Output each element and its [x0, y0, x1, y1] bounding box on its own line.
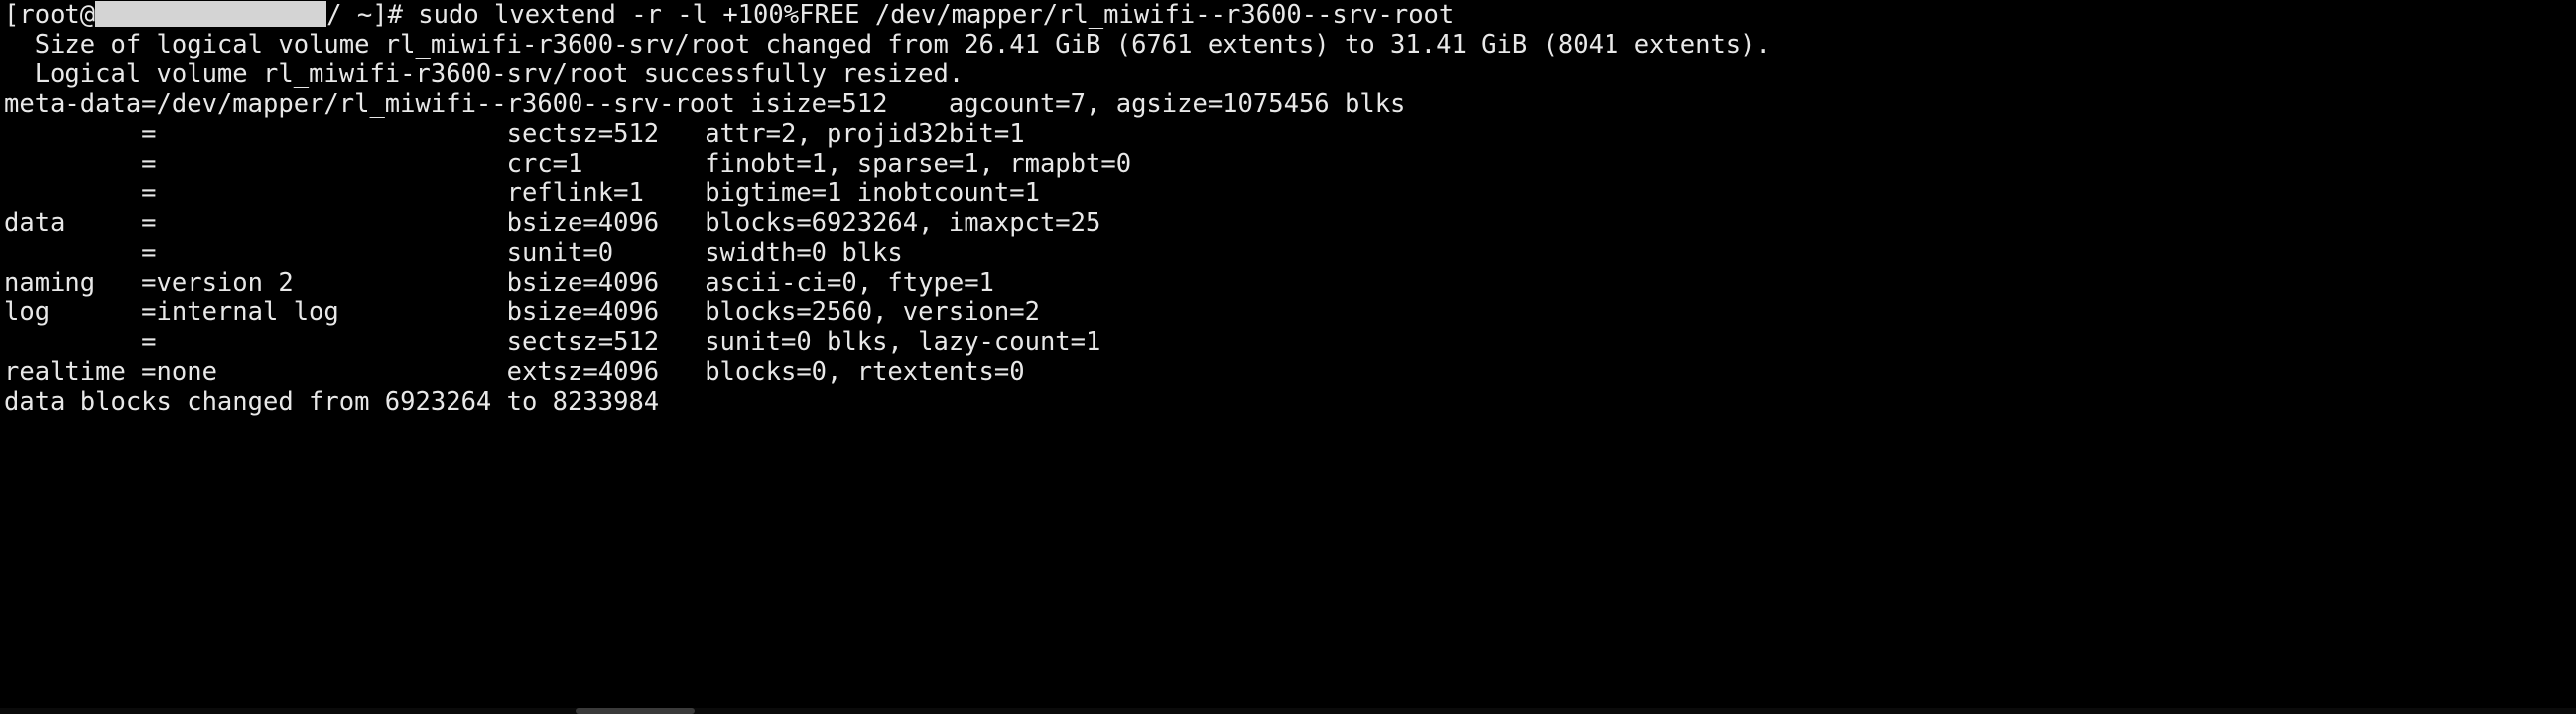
output-line: = reflink=1 bigtime=1 inobtcount=1 — [4, 178, 1040, 208]
output-line: data = bsize=4096 blocks=6923264, imaxpc… — [4, 208, 1101, 238]
output-line: = sectsz=512 attr=2, projid32bit=1 — [4, 119, 1025, 149]
horizontal-scrollbar[interactable] — [0, 708, 2576, 714]
prompt-at-sign: @ — [79, 0, 96, 30]
output-line: meta-data=/dev/mapper/rl_miwifi--r3600--… — [4, 89, 1406, 119]
output-line: log =internal log bsize=4096 blocks=2560… — [4, 298, 1040, 327]
prompt-close-bracket: ] — [372, 0, 388, 30]
output-line: data blocks changed from 6923264 to 8233… — [4, 387, 660, 416]
output-line: = sunit=0 swidth=0 blks — [4, 238, 903, 268]
scrollbar-thumb[interactable] — [576, 708, 695, 714]
prompt-cwd: ~ — [341, 0, 373, 30]
output-line: Logical volume rl_miwifi-r3600-srv/root … — [4, 60, 965, 89]
output-line: = sectsz=512 sunit=0 blks, lazy-count=1 — [4, 327, 1101, 357]
command-text: sudo lvextend -r -l +100%FREE /dev/mappe… — [418, 0, 1455, 30]
output-line: naming =version 2 bsize=4096 ascii-ci=0,… — [4, 268, 994, 298]
shell-prompt-line[interactable]: [root@ / ~]# sudo lvextend -r -l +100%FRE… — [0, 0, 2576, 30]
prompt-open-bracket: [ — [4, 0, 20, 30]
prompt-user: root — [19, 0, 80, 30]
output-line: Size of logical volume rl_miwifi-r3600-s… — [4, 30, 1771, 60]
terminal-window[interactable]: LV VG Attr LSize Pool Origin Data% Meta%… — [0, 0, 2576, 714]
output-line: realtime =none extsz=4096 blocks=0, rtex… — [4, 357, 1025, 387]
terminal-screen[interactable]: LV VG Attr LSize Pool Origin Data% Meta%… — [0, 0, 2576, 416]
prompt-root-sigil: # — [387, 0, 419, 30]
output-line: = crc=1 finobt=1, sparse=1, rmapbt=0 — [4, 149, 1132, 178]
prompt-path-separator: / — [326, 0, 342, 30]
redacted-hostname-block — [95, 1, 327, 27]
